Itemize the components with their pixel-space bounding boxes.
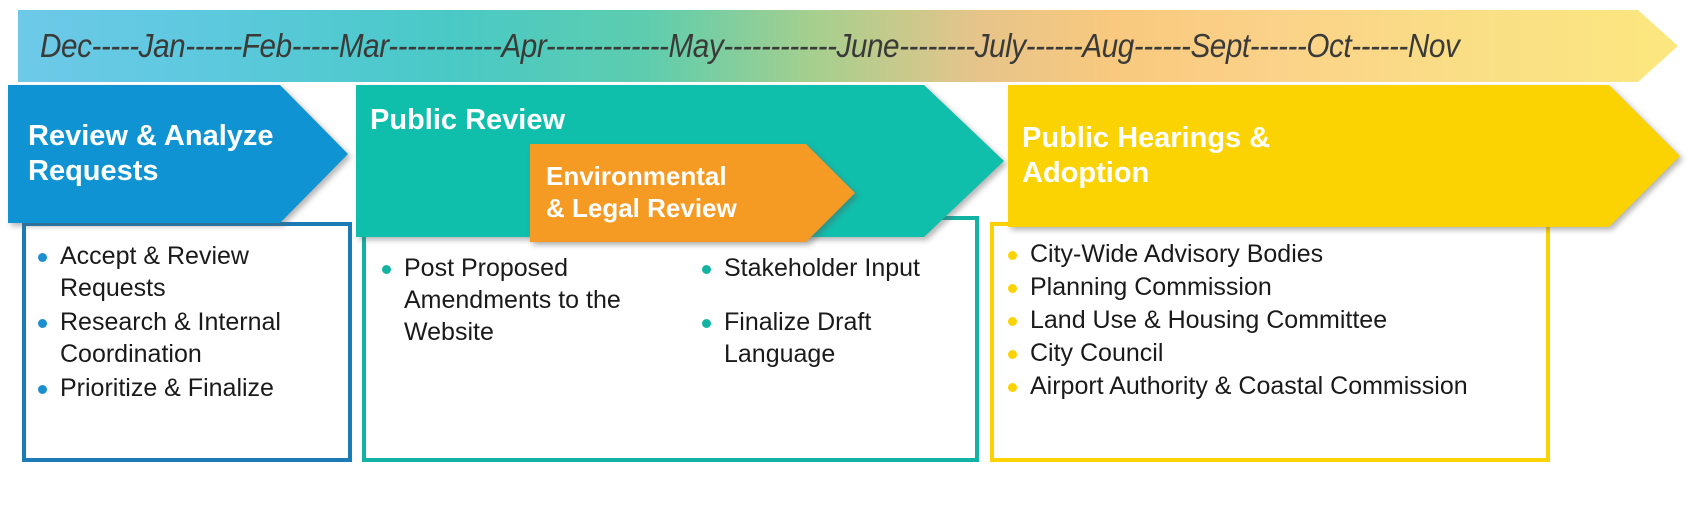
phase-title-public-hearings-adoption: Public Hearings & Adoption	[1022, 121, 1271, 189]
list-item: Accept & Review Requests	[34, 240, 348, 304]
phase-title-environmental-legal-review: Environmental & Legal Review	[546, 161, 737, 223]
list-item: Research & Internal Coordination	[34, 306, 348, 370]
phase-chevron-public-hearings-adoption[interactable]: Public Hearings & Adoption	[1008, 85, 1680, 227]
list-item: Stakeholder Input	[698, 252, 963, 284]
phase-title-public-review: Public Review	[370, 104, 566, 136]
list-item: Land Use & Housing Committee	[1004, 304, 1546, 336]
bullet-column-one: Post Proposed Amendments to the Website	[366, 252, 698, 392]
list-item: Post Proposed Amendments to the Website	[378, 252, 698, 348]
list-item: Finalize Draft Language	[698, 306, 963, 370]
phase-chevron-environmental-legal-review[interactable]: Environmental & Legal Review	[530, 144, 855, 242]
phase-title-review-analyze-requests: Review & Analyze Requests	[28, 119, 274, 187]
bullet-columns-public-review: Post Proposed Amendments to the Website …	[366, 252, 975, 392]
timeline-banner: Dec-----Jan------Feb-----Mar------------…	[18, 10, 1678, 82]
bullet-list-public-review-a: Post Proposed Amendments to the Website	[378, 252, 698, 348]
bullet-list-review-analyze-requests: Accept & Review Requests Research & Inte…	[34, 240, 348, 404]
list-item: Airport Authority & Coastal Commission	[1004, 370, 1546, 402]
list-item: Planning Commission	[1004, 271, 1546, 303]
detail-box-public-review: Post Proposed Amendments to the Website …	[362, 216, 979, 462]
detail-box-public-hearings-adoption: City-Wide Advisory Bodies Planning Commi…	[990, 222, 1550, 462]
list-item: City-Wide Advisory Bodies	[1004, 238, 1546, 270]
bullet-list-public-review-b: Stakeholder Input Finalize Draft Languag…	[698, 252, 963, 370]
process-timeline-diagram: Dec-----Jan------Feb-----Mar------------…	[0, 0, 1690, 515]
list-item: City Council	[1004, 337, 1546, 369]
detail-box-review-analyze-requests: Accept & Review Requests Research & Inte…	[22, 222, 352, 462]
phase-chevron-review-analyze-requests[interactable]: Review & Analyze Requests	[8, 85, 348, 223]
timeline-months-label: Dec-----Jan------Feb-----Mar------------…	[40, 27, 1460, 64]
bullet-list-public-hearings-adoption: City-Wide Advisory Bodies Planning Commi…	[1004, 238, 1546, 402]
bullet-column-two: Stakeholder Input Finalize Draft Languag…	[698, 252, 963, 392]
list-item: Prioritize & Finalize	[34, 372, 348, 404]
